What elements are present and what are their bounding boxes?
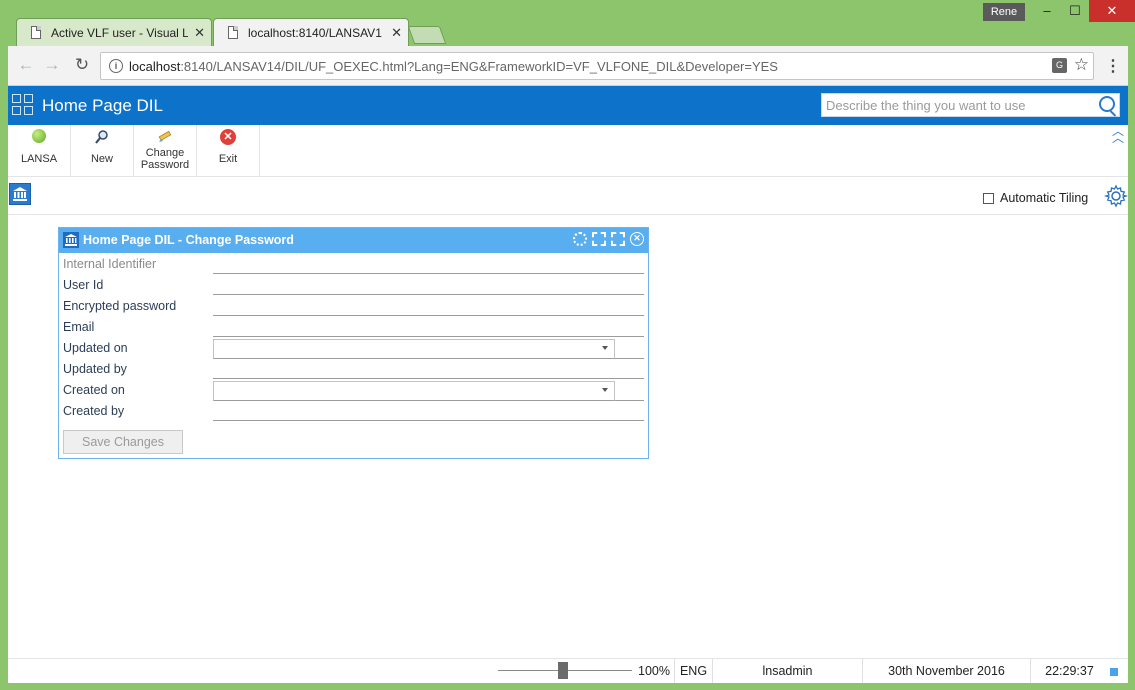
exit-button[interactable]: ✕ Exit xyxy=(197,125,260,176)
bank-icon[interactable] xyxy=(9,183,31,205)
button-label: Exit xyxy=(218,153,238,165)
field-encrypted-password: Encrypted password xyxy=(63,296,645,317)
ribbon-toolbar: LANSA New Change Password ✕ Exit ︿ ︿ xyxy=(8,125,1128,177)
app-grid-icon[interactable] xyxy=(12,94,36,118)
dialog-header[interactable]: Home Page DIL - Change Password ✕ xyxy=(59,228,648,253)
save-changes-button[interactable]: Save Changes xyxy=(63,430,183,454)
status-indicator xyxy=(1110,668,1118,676)
magnifier-icon xyxy=(94,129,110,145)
browser-toolbar: ← → ↻ i localhost:8140/LANSAV14/DIL/UF_O… xyxy=(8,46,1128,86)
lansa-icon xyxy=(32,129,46,143)
field-email: Email xyxy=(63,317,645,338)
automatic-tiling-label: Automatic Tiling xyxy=(1000,191,1089,205)
field-label: Created on xyxy=(63,383,125,397)
bank-icon xyxy=(63,232,79,248)
language-indicator: ENG xyxy=(674,659,712,683)
bookmark-star-icon[interactable]: ☆ xyxy=(1074,55,1089,75)
field-updated-on: Updated on xyxy=(63,338,645,359)
new-tab-button[interactable] xyxy=(407,26,447,44)
chevron-down-icon xyxy=(602,346,608,350)
field-created-on: Created on xyxy=(63,380,645,401)
updated-on-select[interactable] xyxy=(213,339,615,359)
chevron-down-icon xyxy=(602,388,608,392)
dialog-close-icon[interactable]: ✕ xyxy=(630,232,644,246)
field-updated-by: Updated by xyxy=(63,359,645,380)
field-label: User Id xyxy=(63,278,104,292)
browser-menu-icon[interactable]: ⋮ xyxy=(1105,56,1121,76)
dialog-maximize-icon[interactable] xyxy=(611,232,625,246)
zoom-slider-handle[interactable] xyxy=(558,662,568,679)
button-label: LANSA xyxy=(20,153,58,165)
translate-icon[interactable]: G xyxy=(1052,58,1067,73)
dialog-tools: ✕ xyxy=(573,232,644,246)
maximize-icon[interactable]: ☐ xyxy=(1060,0,1090,22)
tab-label: localhost:8140/LANSAV1 xyxy=(248,25,382,40)
current-date: 30th November 2016 xyxy=(862,659,1030,683)
field-user-id: User Id xyxy=(63,275,645,296)
dialog-title: Home Page DIL - Change Password xyxy=(83,233,294,247)
button-label: Change Password xyxy=(140,147,190,171)
window-close-icon[interactable]: ✕ xyxy=(1089,0,1135,22)
field-created-by: Created by xyxy=(63,401,645,422)
email-input[interactable] xyxy=(213,318,644,337)
page-icon xyxy=(228,26,238,39)
exit-icon: ✕ xyxy=(220,129,236,145)
browser-tab-vlf-user[interactable]: Active VLF user - Visual L ✕ xyxy=(16,18,212,46)
close-tab-icon[interactable]: ✕ xyxy=(391,25,402,41)
created-on-select[interactable] xyxy=(213,381,615,401)
address-bar[interactable]: i localhost:8140/LANSAV14/DIL/UF_OEXEC.h… xyxy=(100,52,1094,80)
field-label: Internal Identifier xyxy=(63,257,157,271)
profile-badge[interactable]: Rene xyxy=(983,3,1025,21)
back-arrow-icon[interactable]: ← xyxy=(16,55,36,75)
field-label: Encrypted password xyxy=(63,299,177,313)
internal-identifier-input xyxy=(213,255,644,274)
zoom-level: 100% xyxy=(638,664,670,678)
automatic-tiling-checkbox[interactable] xyxy=(983,192,994,204)
updated-by-input[interactable] xyxy=(213,360,644,379)
field-label: Created by xyxy=(63,404,125,418)
url-path: :8140/LANSAV14/DIL/UF_OEXEC.html?Lang=EN… xyxy=(180,59,778,74)
lansa-button[interactable]: LANSA xyxy=(8,125,71,176)
reload-icon[interactable]: ↻ xyxy=(72,55,92,75)
forward-arrow-icon[interactable]: → xyxy=(42,55,62,75)
new-button[interactable]: New xyxy=(71,125,134,176)
minimize-icon[interactable]: – xyxy=(1032,0,1062,22)
search-input[interactable] xyxy=(822,95,1100,115)
url-host: localhost xyxy=(129,59,181,74)
field-label: Updated on xyxy=(63,341,128,355)
tab-label: Active VLF user - Visual L xyxy=(51,25,189,40)
search-icon[interactable] xyxy=(1099,96,1115,112)
page-content: Home Page DIL LANSA New Change Password … xyxy=(8,86,1129,683)
field-label: Email xyxy=(63,320,95,334)
dialog-tile-icon[interactable] xyxy=(592,232,606,246)
field-internal-identifier: Internal Identifier xyxy=(63,254,645,275)
dialog-settings-icon[interactable] xyxy=(573,232,587,246)
page-icon xyxy=(31,26,41,39)
automatic-tiling[interactable]: Automatic Tiling xyxy=(983,191,1088,205)
pencil-icon xyxy=(157,129,173,145)
change-password-button[interactable]: Change Password xyxy=(134,125,197,176)
current-user: lnsadmin xyxy=(712,659,862,683)
encrypted-password-input[interactable] xyxy=(213,297,644,316)
current-time: 22:29:37 xyxy=(1030,659,1108,683)
button-label: New xyxy=(90,153,113,165)
change-password-dialog: Home Page DIL - Change Password ✕ Intern… xyxy=(58,227,649,459)
workspace-toolbar: Automatic Tiling xyxy=(8,177,1129,215)
url-text[interactable]: localhost:8140/LANSAV14/DIL/UF_OEXEC.htm… xyxy=(129,59,778,74)
app-title: Home Page DIL xyxy=(42,96,163,115)
gear-icon[interactable] xyxy=(1103,184,1129,211)
search-box xyxy=(821,93,1120,117)
user-id-input[interactable] xyxy=(213,276,644,295)
status-bar: 100% ENG lnsadmin 30th November 2016 22:… xyxy=(8,658,1128,683)
app-header: Home Page DIL xyxy=(8,86,1128,125)
info-icon[interactable]: i xyxy=(109,59,123,73)
close-tab-icon[interactable]: ✕ xyxy=(194,25,205,41)
browser-titlebar: Active VLF user - Visual L ✕ localhost:8… xyxy=(0,0,1135,46)
created-on-time[interactable] xyxy=(615,381,644,401)
updated-on-time[interactable] xyxy=(615,339,644,359)
browser-tab-localhost[interactable]: localhost:8140/LANSAV1 ✕ xyxy=(213,18,409,46)
field-label: Updated by xyxy=(63,362,127,376)
collapse-ribbon-icon[interactable]: ︿ ︿ xyxy=(1112,125,1124,144)
created-by-input[interactable] xyxy=(213,402,644,421)
